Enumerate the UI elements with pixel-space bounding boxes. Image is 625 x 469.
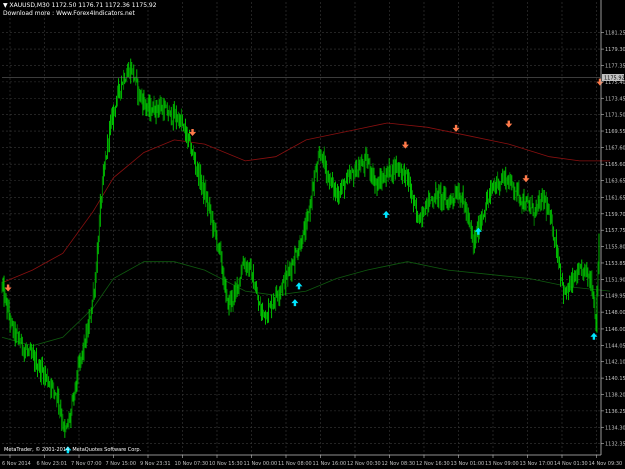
time-tick-label: 10 Nov 15:30 [209,461,243,467]
time-tick-label: 12 Nov 16:30 [416,461,450,467]
download-note: Download more : Www.Forex4Indicators.net [3,10,135,17]
price-tick-label: 1159.70 [605,212,625,218]
time-tick-label: 13 Nov 17:00 [520,461,554,467]
time-tick-label: 13 Nov 09:00 [485,461,519,467]
time-tick-label: 6 Nov 23:01 [37,461,68,467]
time-tick-label: 11 Nov 08:00 [278,461,312,467]
current-price-label: 1175.92 [604,75,625,81]
price-tick-label: 1171.50 [605,113,625,119]
chart-background [0,0,625,469]
price-tick-label: 1146.00 [605,327,625,333]
price-tick-label: 1153.85 [605,261,625,267]
price-tick-label: 1144.05 [605,343,625,349]
time-tick-label: 9 Nov 23:31 [140,461,171,467]
price-tick-label: 1148.00 [605,310,625,316]
price-tick-label: 1134.30 [605,425,625,431]
copyright-label: MetaTrader, © 2001-2014, MetaQuotes Soft… [4,447,142,453]
price-tick-label: 1177.35 [605,63,625,69]
price-tick-label: 1167.60 [605,145,625,151]
price-tick-label: 1132.35 [605,442,625,448]
time-tick-label: 7 Nov 07:00 [71,461,102,467]
time-tick-label: 7 Nov 15:00 [106,461,137,467]
price-tick-label: 1169.55 [605,129,625,135]
time-tick-label: 6 Nov 2014 [2,461,31,467]
price-chart[interactable]: 1181.251179.301177.351175.401173.451171.… [0,0,625,469]
price-tick-label: 1161.65 [605,195,625,201]
price-tick-label: 1138.20 [605,392,625,398]
price-tick-label: 1181.25 [605,31,625,37]
time-tick-label: 14 Nov 09:30 [589,461,623,467]
price-tick-label: 1173.45 [605,96,625,102]
price-tick-label: 1179.30 [605,47,625,53]
time-tick-label: 13 Nov 01:00 [451,461,485,467]
price-tick-label: 1157.75 [605,228,625,234]
dropdown-triangle-icon[interactable]: ▼ [3,2,8,9]
price-tick-label: 1142.10 [605,360,625,366]
price-tick-label: 1163.65 [605,179,625,185]
price-tick-label: 1136.25 [605,409,625,415]
time-tick-label: 12 Nov 00:30 [347,461,381,467]
time-tick-label: 12 Nov 08:30 [382,461,416,467]
price-tick-label: 1149.95 [605,294,625,300]
time-tick-label: 11 Nov 00:00 [244,461,278,467]
price-tick-label: 1151.90 [605,277,625,283]
symbol-ohlc-label: XAUUSD,M30 1172.50 1176.71 1172.36 1175.… [9,2,157,9]
chart-header: ▼ XAUUSD,M30 1172.50 1176.71 1172.36 117… [3,2,157,9]
time-tick-label: 10 Nov 07:30 [175,461,209,467]
time-tick-label: 14 Nov 01:30 [554,461,588,467]
time-tick-label: 11 Nov 16:00 [313,461,347,467]
price-tick-label: 1165.60 [605,162,625,168]
price-tick-label: 1155.80 [605,245,625,251]
price-tick-label: 1140.15 [605,376,625,382]
